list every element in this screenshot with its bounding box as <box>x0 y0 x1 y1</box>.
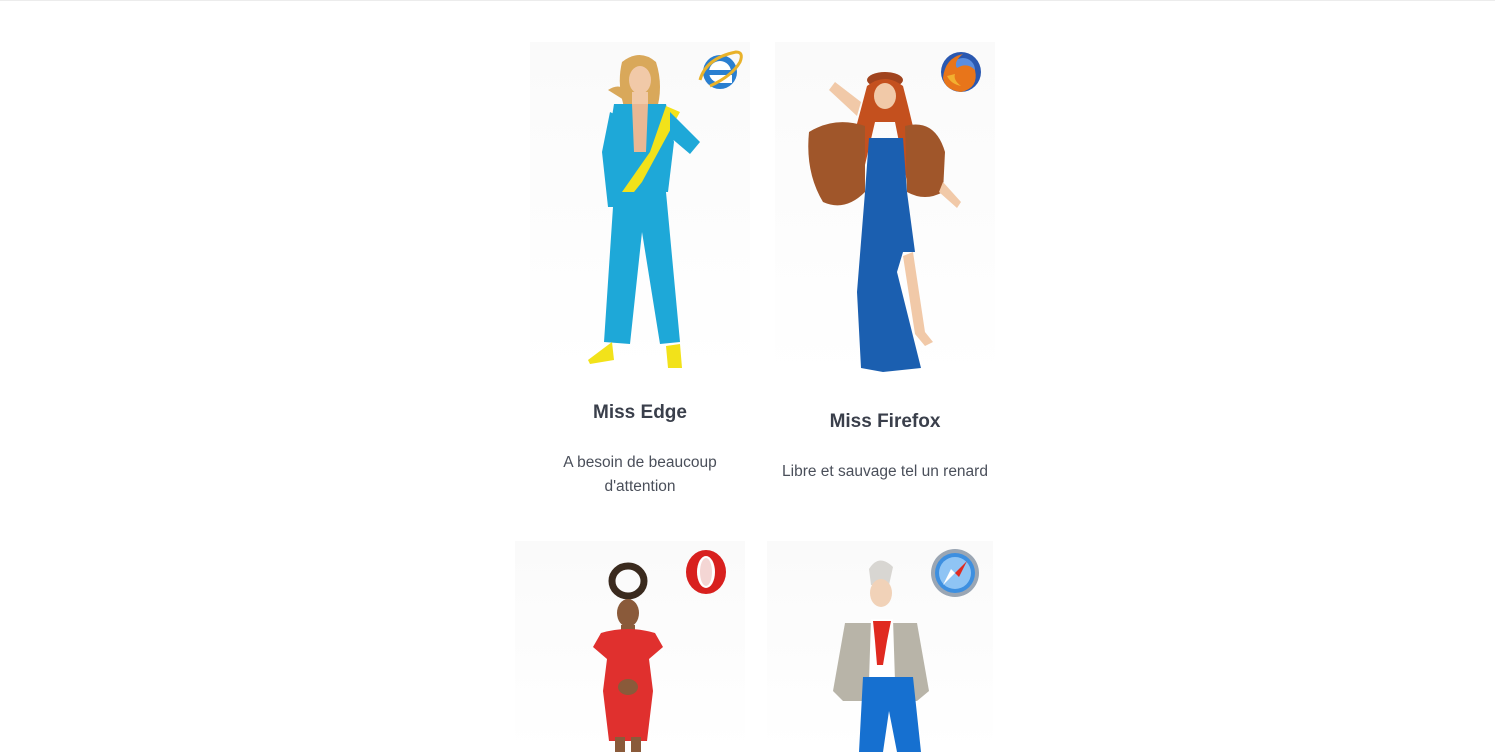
model-description: Libre et sauvage tel un renard <box>782 463 988 480</box>
model-name: Miss Edge <box>593 402 687 423</box>
page: Miss Edge A besoin de beaucoup d'attenti… <box>0 0 1495 752</box>
model-photo-safari[interactable] <box>767 541 993 752</box>
gallery-card-opera[interactable] <box>515 541 745 752</box>
top-divider <box>0 0 1495 1</box>
gallery-card-edge[interactable]: Miss Edge A besoin de beaucoup d'attenti… <box>530 42 750 502</box>
internet-explorer-icon <box>698 50 743 89</box>
opera-icon <box>686 550 726 594</box>
model-photo-edge[interactable] <box>530 42 750 372</box>
gallery-card-safari[interactable] <box>767 541 993 752</box>
safari-icon <box>931 549 979 597</box>
model-photo-opera[interactable] <box>515 541 745 752</box>
model-photo-firefox[interactable] <box>775 42 995 380</box>
model-description: A besoin de beaucoup d'attention <box>563 454 717 495</box>
gallery-card-firefox[interactable]: Miss Firefox Libre et sauvage tel un ren… <box>775 42 995 502</box>
model-name: Miss Firefox <box>829 411 941 432</box>
firefox-icon <box>941 52 981 92</box>
